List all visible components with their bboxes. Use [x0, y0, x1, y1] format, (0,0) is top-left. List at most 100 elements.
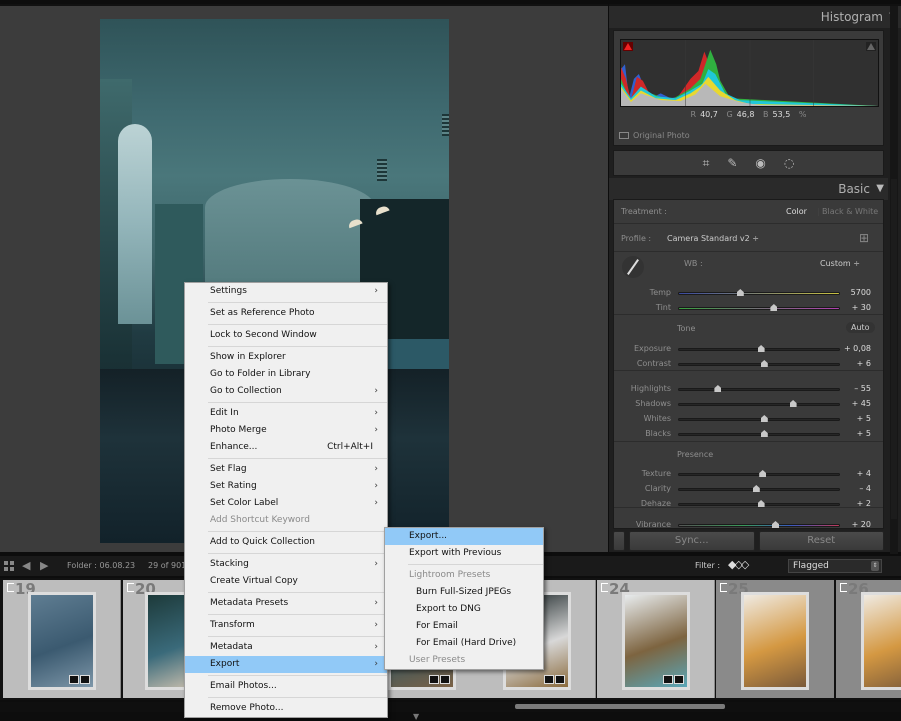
- export-item-export-with-previous[interactable]: Export with Previous: [385, 545, 543, 562]
- menu-item-export[interactable]: Export ›: [185, 656, 387, 673]
- menu-item-photo-merge[interactable]: Photo Merge ›: [185, 422, 387, 439]
- slider-track[interactable]: [678, 430, 840, 437]
- wb-eyedropper-icon[interactable]: [622, 256, 644, 278]
- slider-track[interactable]: [678, 521, 840, 528]
- menu-item-settings[interactable]: Settings ›: [185, 283, 387, 300]
- slider-value[interactable]: + 30: [852, 303, 871, 312]
- slider-thumb[interactable]: [760, 415, 768, 422]
- slider-track[interactable]: [678, 289, 840, 296]
- thumbnail[interactable]: [28, 592, 96, 690]
- slider-shadows[interactable]: Shadows + 45: [614, 397, 883, 411]
- thumbnail[interactable]: [741, 592, 809, 690]
- slider-track[interactable]: [678, 304, 840, 311]
- filmstrip-scrollbar[interactable]: [0, 702, 901, 712]
- menu-item-remove-photo[interactable]: Remove Photo...: [185, 700, 387, 717]
- slider-clarity[interactable]: Clarity – 4: [614, 482, 883, 496]
- slider-value[interactable]: – 4: [859, 484, 871, 493]
- flag-icon[interactable]: [601, 583, 608, 592]
- forward-arrow-icon[interactable]: ▶: [40, 559, 48, 572]
- slider-value[interactable]: + 6: [857, 359, 871, 368]
- flag-filter-icons[interactable]: ◆◇◇: [728, 558, 749, 571]
- metadata-badge-icon[interactable]: [544, 675, 554, 684]
- slider-track[interactable]: [678, 500, 840, 507]
- export-item-burn-full-sized-jpegs[interactable]: Burn Full-Sized JPEGs: [385, 584, 543, 601]
- shadow-clipping-icon[interactable]: [623, 42, 633, 51]
- slider-thumb[interactable]: [770, 304, 778, 311]
- filmstrip-cell[interactable]: 24: [597, 580, 715, 698]
- flag-icon[interactable]: [127, 583, 134, 592]
- develop-badge-icon[interactable]: [555, 675, 565, 684]
- slider-thumb[interactable]: [757, 345, 765, 352]
- sync-button[interactable]: Sync...: [629, 531, 755, 551]
- menu-item-add-to-quick-collection[interactable]: Add to Quick Collection: [185, 534, 387, 551]
- menu-item-show-in-explorer[interactable]: Show in Explorer: [185, 349, 387, 366]
- right-panel-scrollbar[interactable]: [890, 6, 898, 554]
- menu-item-edit-in[interactable]: Edit In ›: [185, 405, 387, 422]
- slider-exposure[interactable]: Exposure + 0,08: [614, 342, 883, 356]
- folder-source-label[interactable]: Folder : 06.08.23: [67, 561, 135, 570]
- slider-value[interactable]: + 0,08: [844, 344, 871, 353]
- mask-icon[interactable]: ◌: [784, 156, 794, 170]
- slider-thumb[interactable]: [714, 385, 722, 392]
- thumbnail[interactable]: [622, 592, 690, 690]
- slider-highlights[interactable]: Highlights – 55: [614, 382, 883, 396]
- collapse-triangle-icon[interactable]: ▼: [876, 178, 884, 200]
- treatment-color-button[interactable]: Color: [786, 207, 807, 216]
- slider-value[interactable]: + 45: [852, 399, 871, 408]
- slider-value[interactable]: + 20: [852, 520, 871, 528]
- menu-item-metadata-presets[interactable]: Metadata Presets ›: [185, 595, 387, 612]
- slider-thumb[interactable]: [752, 485, 760, 492]
- menu-item-go-to-collection[interactable]: Go to Collection ›: [185, 383, 387, 400]
- slider-temp[interactable]: Temp 5700: [614, 286, 883, 300]
- reset-button[interactable]: Reset: [758, 531, 884, 551]
- slider-vibrance[interactable]: Vibrance + 20: [614, 518, 883, 528]
- flag-icon[interactable]: [840, 583, 847, 592]
- menu-item-set-as-reference-photo[interactable]: Set as Reference Photo: [185, 305, 387, 322]
- menu-item-lock-to-second-window[interactable]: Lock to Second Window: [185, 327, 387, 344]
- scrollbar-thumb[interactable]: [891, 179, 897, 519]
- slider-tint[interactable]: Tint + 30: [614, 301, 883, 315]
- menu-item-set-flag[interactable]: Set Flag ›: [185, 461, 387, 478]
- slider-thumb[interactable]: [759, 470, 767, 477]
- menu-item-go-to-folder-in-library[interactable]: Go to Folder in Library: [185, 366, 387, 383]
- flag-icon[interactable]: [720, 583, 727, 592]
- redeye-icon[interactable]: ◉: [755, 156, 765, 170]
- slider-contrast[interactable]: Contrast + 6: [614, 357, 883, 371]
- filmstrip-cell[interactable]: 25: [716, 580, 834, 698]
- histogram-graph[interactable]: [620, 39, 879, 107]
- menu-item-metadata[interactable]: Metadata ›: [185, 639, 387, 656]
- slider-value[interactable]: 5700: [851, 288, 871, 297]
- slider-thumb[interactable]: [736, 289, 744, 296]
- flag-icon[interactable]: [7, 583, 14, 592]
- slider-track[interactable]: [678, 470, 840, 477]
- slider-track[interactable]: [678, 385, 840, 392]
- basic-header[interactable]: Basic ▼: [609, 178, 888, 200]
- slider-texture[interactable]: Texture + 4: [614, 467, 883, 481]
- metadata-badge-icon[interactable]: [69, 675, 79, 684]
- healing-icon[interactable]: ✎: [727, 156, 737, 170]
- grid-view-icon[interactable]: [4, 561, 14, 571]
- export-item-export[interactable]: Export...: [385, 528, 543, 545]
- slider-track[interactable]: [678, 345, 840, 352]
- thumbnail[interactable]: [861, 592, 901, 690]
- slider-track[interactable]: [678, 360, 840, 367]
- wb-select[interactable]: Custom ÷: [820, 259, 860, 268]
- filmstrip-cell[interactable]: 26: [836, 580, 901, 698]
- histogram-header[interactable]: Histogram ▼: [609, 6, 901, 28]
- slider-thumb[interactable]: [789, 400, 797, 407]
- menu-item-email-photos[interactable]: Email Photos...: [185, 678, 387, 695]
- develop-badge-icon[interactable]: [674, 675, 684, 684]
- crop-icon[interactable]: ⌗: [703, 156, 710, 171]
- menu-item-set-rating[interactable]: Set Rating ›: [185, 478, 387, 495]
- develop-badge-icon[interactable]: [440, 675, 450, 684]
- menu-item-stacking[interactable]: Stacking ›: [185, 556, 387, 573]
- filter-select[interactable]: Flagged ⇕: [788, 559, 882, 573]
- slider-whites[interactable]: Whites + 5: [614, 412, 883, 426]
- slider-value[interactable]: – 55: [854, 384, 871, 393]
- slider-dehaze[interactable]: Dehaze + 2: [614, 497, 883, 511]
- slider-value[interactable]: + 5: [857, 414, 871, 423]
- slider-thumb[interactable]: [772, 521, 779, 528]
- profile-select[interactable]: Camera Standard v2 ÷: [667, 234, 759, 243]
- menu-item-enhance[interactable]: Enhance... Ctrl+Alt+I: [185, 439, 387, 456]
- filmstrip-cell[interactable]: 19: [3, 580, 121, 698]
